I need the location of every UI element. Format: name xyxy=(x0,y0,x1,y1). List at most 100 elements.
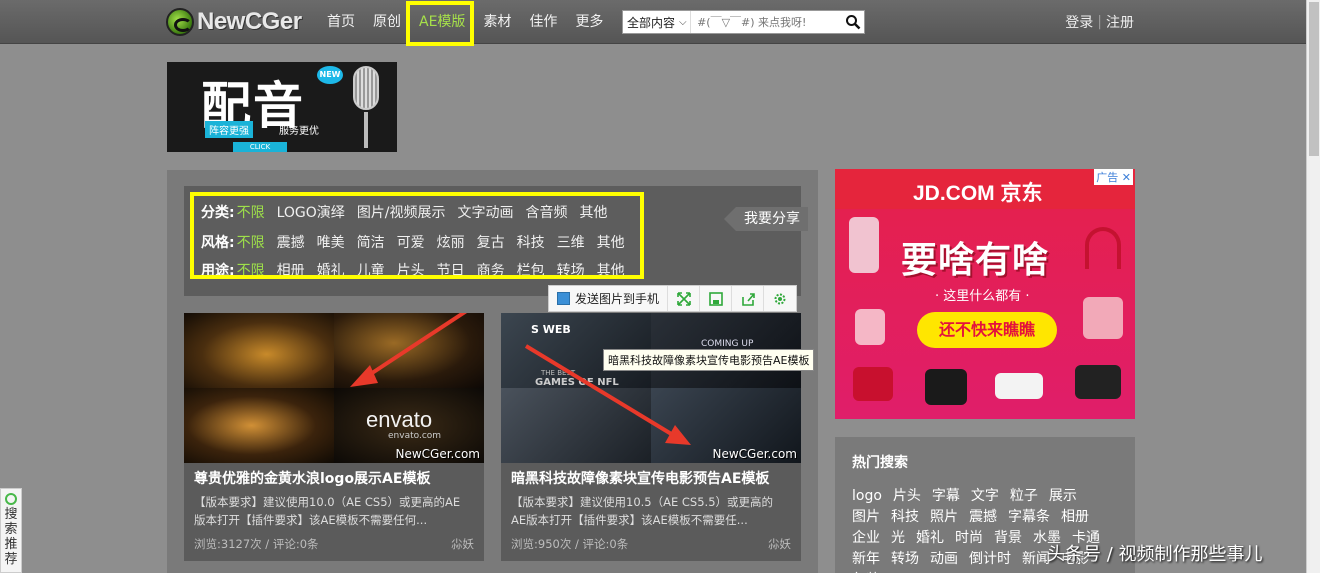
close-icon[interactable]: ✕ xyxy=(1122,171,1131,184)
share-icon xyxy=(741,292,755,306)
card-desc-line: 【版本要求】建议使用10.5（AE CS5.5）或更高的 xyxy=(511,495,774,509)
hot-search-term[interactable]: 动画 xyxy=(930,549,958,570)
ad-logo: JD.COM 京东 xyxy=(913,182,1043,205)
auth-links: 登录 | 注册 xyxy=(1065,0,1134,44)
hot-search-term[interactable]: 新年 xyxy=(852,549,880,570)
send-to-phone-button[interactable]: 发送图片到手机 xyxy=(549,286,669,311)
expand-icon xyxy=(676,291,691,306)
toutiao-watermark: 头条号 / 视频制作那些事儿 xyxy=(1047,544,1263,565)
ad-label[interactable]: 广告 ✕ xyxy=(1094,169,1133,185)
gear-icon xyxy=(774,293,786,304)
red-arrow-annotation xyxy=(350,313,468,387)
send-to-phone-label: 发送图片到手机 xyxy=(575,292,660,306)
search-button[interactable] xyxy=(842,11,864,33)
hot-search-title: 热门搜索 xyxy=(852,455,908,471)
phone-product-image xyxy=(849,217,879,273)
template-card[interactable]: envato envato.com NewCGer.com 尊贵优雅的金黄水浪l… xyxy=(184,313,484,561)
hot-search-term[interactable]: 照片 xyxy=(930,507,958,528)
search-icon xyxy=(846,15,861,30)
share-out-button[interactable] xyxy=(732,286,765,311)
bag-product-image xyxy=(1083,297,1123,339)
card-watermark: NewCGer.com xyxy=(712,447,797,461)
nav-assets[interactable]: 素材 xyxy=(474,0,520,44)
headphones-product-image xyxy=(1085,227,1121,269)
jd-advertisement[interactable]: JD.COM 京东 广告 ✕ 要啥有啥 · 这里什么都有 · 还不快来瞧瞧 xyxy=(835,169,1135,419)
search-category-select[interactable]: 全部内容 ⌵ xyxy=(623,11,692,33)
hot-search-term[interactable]: 字幕条 xyxy=(1008,507,1050,528)
search-recommend-tab[interactable]: 搜索推荐 xyxy=(0,488,22,573)
banner-tagline-right: 服务更优 xyxy=(279,126,319,137)
search-recommend-label: 搜索推荐 xyxy=(4,507,18,567)
hot-search-term[interactable]: 字幕 xyxy=(932,486,960,507)
hot-search-term[interactable]: 相册 xyxy=(1061,507,1089,528)
settings-button[interactable] xyxy=(764,286,796,311)
hot-search-term[interactable]: 婚礼 xyxy=(916,528,944,549)
hot-search-term[interactable]: 背景 xyxy=(994,528,1022,549)
nav-more[interactable]: 更多 xyxy=(566,0,612,44)
phone-send-icon xyxy=(557,292,570,305)
card-desc-line: AE版本打开【插件要求】该AE模板不需要任... xyxy=(511,513,748,527)
perfume-product-image xyxy=(855,309,885,345)
card-desc-line: 【版本要求】建议使用10.0（AE CS5）或更高的AE xyxy=(194,495,461,509)
image-toolbar: 发送图片到手机 xyxy=(548,285,798,312)
hot-search-term[interactable]: 文字 xyxy=(971,486,999,507)
site-logo[interactable]: NewCGer xyxy=(166,8,302,36)
save-icon xyxy=(708,291,723,306)
banner-new-badge: NEW xyxy=(317,66,343,84)
login-link[interactable]: 登录 xyxy=(1065,12,1093,32)
hot-search-term[interactable]: 片头 xyxy=(893,486,921,507)
logo-text: NewCGer xyxy=(197,8,302,35)
save-button[interactable] xyxy=(700,286,733,311)
nav-showcase[interactable]: 佳作 xyxy=(520,0,566,44)
search-input[interactable] xyxy=(691,11,843,33)
card-description: 【版本要求】建议使用10.5（AE CS5.5）或更高的 AE版本打开【插件要求… xyxy=(511,493,795,529)
microphone-stand xyxy=(364,112,368,148)
page-scrollbar[interactable] xyxy=(1306,0,1320,573)
logo-icon xyxy=(166,8,194,36)
hot-search-term[interactable]: 倒计时 xyxy=(969,549,1011,570)
nav-original[interactable]: 原创 xyxy=(364,0,410,44)
heels-product-image xyxy=(853,367,893,401)
hot-search-term[interactable]: 企业 xyxy=(852,528,880,549)
card-description: 【版本要求】建议使用10.0（AE CS5）或更高的AE 版本打开【插件要求】该… xyxy=(194,493,478,529)
drone-product-image xyxy=(995,373,1043,399)
hot-search-term[interactable]: 光 xyxy=(891,528,905,549)
hot-search-term[interactable]: 展示 xyxy=(1049,486,1077,507)
camera-product-image xyxy=(925,369,967,405)
card-title[interactable]: 暗黑科技故障像素块宣传电影预告AE模板 xyxy=(511,468,795,488)
hot-search-term[interactable]: 科技 xyxy=(891,507,919,528)
title-tooltip: 暗黑科技故障像素块宣传电影预告AE模板 xyxy=(603,349,815,371)
share-button[interactable]: 我要分享 xyxy=(724,207,808,231)
hot-search-term[interactable]: 转场 xyxy=(891,549,919,570)
card-stats: 浏览:3127次 / 评论:0条 xyxy=(194,537,319,551)
ad-cta-button[interactable]: 还不快来瞧瞧 xyxy=(917,312,1057,348)
hot-search-term[interactable]: 新闻 xyxy=(1022,549,1050,570)
voiceover-banner[interactable]: 配音 NEW 阵容更强 服务更优 CLICK xyxy=(167,62,397,152)
hot-search-term[interactable]: 震撼 xyxy=(969,507,997,528)
card-author[interactable]: 尛妖 xyxy=(451,536,474,552)
hot-search-term[interactable]: 图片 xyxy=(852,507,880,528)
card-thumbnail[interactable]: S WEB COMING UP THE BEST GAMES OF NFL Ne… xyxy=(501,313,801,463)
banner-tagline-left: 阵容更强 xyxy=(205,121,253,138)
hot-search-term[interactable]: logo xyxy=(852,486,882,507)
card-title[interactable]: 尊贵优雅的金黄水浪logo展示AE模板 xyxy=(194,468,478,488)
expand-button[interactable] xyxy=(668,286,701,311)
card-stats: 浏览:950次 / 评论:0条 xyxy=(511,537,629,551)
chevron-down-icon: ⌵ xyxy=(679,16,687,28)
card-thumbnail[interactable]: envato envato.com NewCGer.com xyxy=(184,313,484,463)
search-category-value: 全部内容 xyxy=(627,15,676,30)
microphone-icon xyxy=(353,66,379,110)
ad-label-text: 广告 xyxy=(1096,171,1119,184)
nav-home[interactable]: 首页 xyxy=(318,0,364,44)
ad-subheadline: · 这里什么都有 · xyxy=(935,289,1030,304)
register-link[interactable]: 注册 xyxy=(1106,12,1134,32)
card-watermark: NewCGer.com xyxy=(395,447,480,461)
filter-highlight-box xyxy=(190,192,644,279)
hot-search-term[interactable]: 粒子 xyxy=(1010,486,1038,507)
card-desc-line: 版本打开【插件要求】该AE模板不需要任何... xyxy=(194,513,428,527)
red-arrow-annotation xyxy=(524,344,691,445)
card-author[interactable]: 尛妖 xyxy=(768,536,791,552)
hot-search-term[interactable]: 时尚 xyxy=(955,528,983,549)
auth-separator: | xyxy=(1097,14,1102,30)
scrollbar-thumb[interactable] xyxy=(1309,2,1319,156)
